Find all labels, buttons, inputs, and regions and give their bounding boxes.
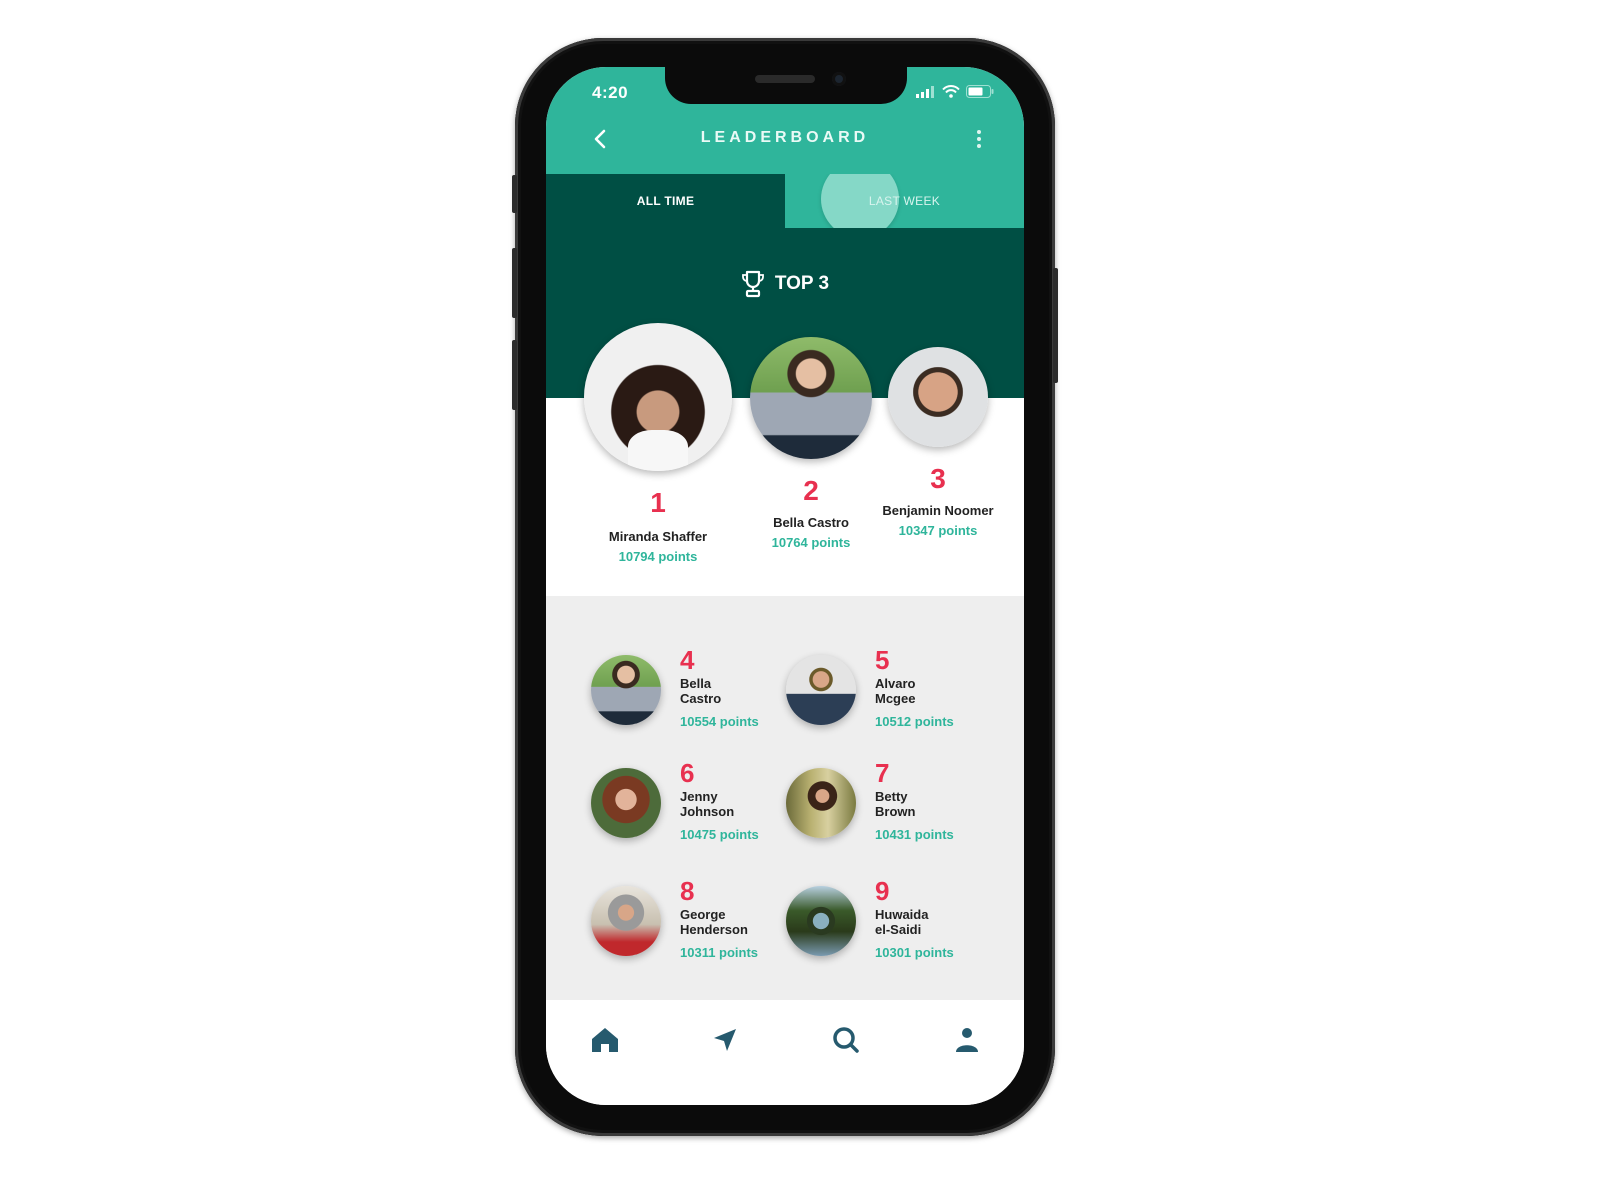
last-name: Johnson xyxy=(680,804,735,819)
rank-number: 2 xyxy=(803,475,819,506)
player-points: 10554 points xyxy=(680,714,759,729)
avatar xyxy=(591,886,661,956)
rank-number: 5 xyxy=(875,645,890,675)
list-item[interactable]: 7 Betty Brown 10431 points xyxy=(786,760,976,858)
app-screen: 4:20 LEADERBOARD ALL TIME LAST WEEK TOP … xyxy=(546,67,1024,1105)
rank-number: 7 xyxy=(875,758,890,788)
player-name: Benjamin Noomer xyxy=(882,503,994,518)
player-name: George Henderson xyxy=(680,907,780,937)
wifi-icon xyxy=(942,85,960,98)
tab-label: ALL TIME xyxy=(636,194,695,208)
avatar xyxy=(591,768,661,838)
cellular-signal-icon xyxy=(916,85,934,98)
power-button xyxy=(1053,268,1058,383)
list-item[interactable]: 6 Jenny Johnson 10475 points xyxy=(591,760,781,858)
avatar-miranda-shaffer xyxy=(584,323,732,471)
tab-all-time[interactable]: ALL TIME xyxy=(546,174,785,228)
rank-number: 4 xyxy=(680,645,695,675)
rank-number: 3 xyxy=(930,463,946,494)
player-points: 10764 points xyxy=(771,535,851,550)
top3-title: TOP 3 xyxy=(774,273,830,294)
mute-switch xyxy=(512,175,517,213)
earpiece-speaker xyxy=(755,75,815,83)
avatar xyxy=(786,886,856,956)
first-name: Huwaida xyxy=(875,907,929,922)
navigation-icon xyxy=(714,1029,736,1051)
device-notch xyxy=(665,67,907,104)
rank-number: 9 xyxy=(875,876,890,906)
bottom-navigation xyxy=(546,1000,1024,1105)
player-points: 10301 points xyxy=(875,945,954,960)
podium-second[interactable]: 2 Bella Castro 10764 points xyxy=(741,337,881,550)
nav-explore[interactable] xyxy=(707,1022,743,1058)
app-header: LEADERBOARD xyxy=(546,117,1024,174)
list-item[interactable]: 8 George Henderson 10311 points xyxy=(591,878,781,976)
nav-home[interactable] xyxy=(587,1022,623,1058)
avatar xyxy=(786,768,856,838)
volume-down-button xyxy=(512,340,517,410)
volume-up-button xyxy=(512,248,517,318)
podium-third[interactable]: 3 Benjamin Noomer 10347 points xyxy=(868,347,1008,538)
tab-last-week[interactable]: LAST WEEK xyxy=(785,174,1024,228)
player-points: 10512 points xyxy=(875,714,954,729)
player-name: Betty Brown xyxy=(875,789,975,819)
more-vertical-icon-dot xyxy=(977,137,981,141)
more-vertical-icon-dot xyxy=(977,144,981,148)
nav-profile[interactable] xyxy=(949,1022,985,1058)
player-name: Bella Castro xyxy=(680,676,780,706)
first-name: Jenny xyxy=(680,789,718,804)
first-name: George xyxy=(680,907,726,922)
last-name: Castro xyxy=(680,691,722,706)
player-name: Bella Castro xyxy=(773,515,849,530)
search-icon xyxy=(833,1027,859,1053)
first-name: Betty xyxy=(875,789,908,804)
top3-heading: TOP 3 xyxy=(546,270,1024,298)
tab-label: LAST WEEK xyxy=(868,194,941,208)
period-tabs: ALL TIME LAST WEEK xyxy=(546,174,1024,228)
rank-number: 6 xyxy=(680,758,695,788)
front-camera xyxy=(832,72,846,86)
podium-first[interactable]: 1 Miranda Shaffer 10794 points xyxy=(583,323,733,564)
first-name: Bella xyxy=(680,676,712,691)
status-time: 4:20 xyxy=(592,83,629,102)
first-name: Alvaro xyxy=(875,676,916,691)
player-points: 10794 points xyxy=(618,549,698,564)
avatar-bella-castro xyxy=(750,337,872,459)
player-name: Huwaida el-Saidi xyxy=(875,907,975,937)
trophy-icon xyxy=(741,270,764,298)
home-icon xyxy=(592,1028,618,1052)
avatar xyxy=(786,655,856,725)
last-name: Mcgee xyxy=(875,691,916,706)
more-vertical-icon-dot xyxy=(977,130,981,134)
status-icons xyxy=(916,85,994,98)
last-name: el-Saidi xyxy=(875,922,922,937)
player-points: 10475 points xyxy=(680,827,759,842)
player-points: 10311 points xyxy=(680,945,759,960)
player-name: Miranda Shaffer xyxy=(608,529,708,544)
nav-search[interactable] xyxy=(828,1022,864,1058)
last-name: Brown xyxy=(875,804,916,819)
list-item[interactable]: 9 Huwaida el-Saidi 10301 points xyxy=(786,878,976,976)
player-name: Jenny Johnson xyxy=(680,789,780,819)
battery-icon xyxy=(966,85,994,98)
list-item[interactable]: 5 Alvaro Mcgee 10512 points xyxy=(786,647,976,745)
rank-number: 1 xyxy=(650,487,666,518)
last-name: Henderson xyxy=(680,922,748,937)
avatar xyxy=(591,655,661,725)
avatar-benjamin-noomer xyxy=(888,347,988,447)
player-points: 10431 points xyxy=(875,827,954,842)
player-name: Alvaro Mcgee xyxy=(875,676,975,706)
profile-icon xyxy=(956,1028,978,1052)
rank-number: 8 xyxy=(680,876,695,906)
more-menu-button[interactable] xyxy=(974,127,984,151)
list-item[interactable]: 4 Bella Castro 10554 points xyxy=(591,647,781,745)
player-points: 10347 points xyxy=(898,523,978,538)
page-title: LEADERBOARD xyxy=(700,129,870,146)
